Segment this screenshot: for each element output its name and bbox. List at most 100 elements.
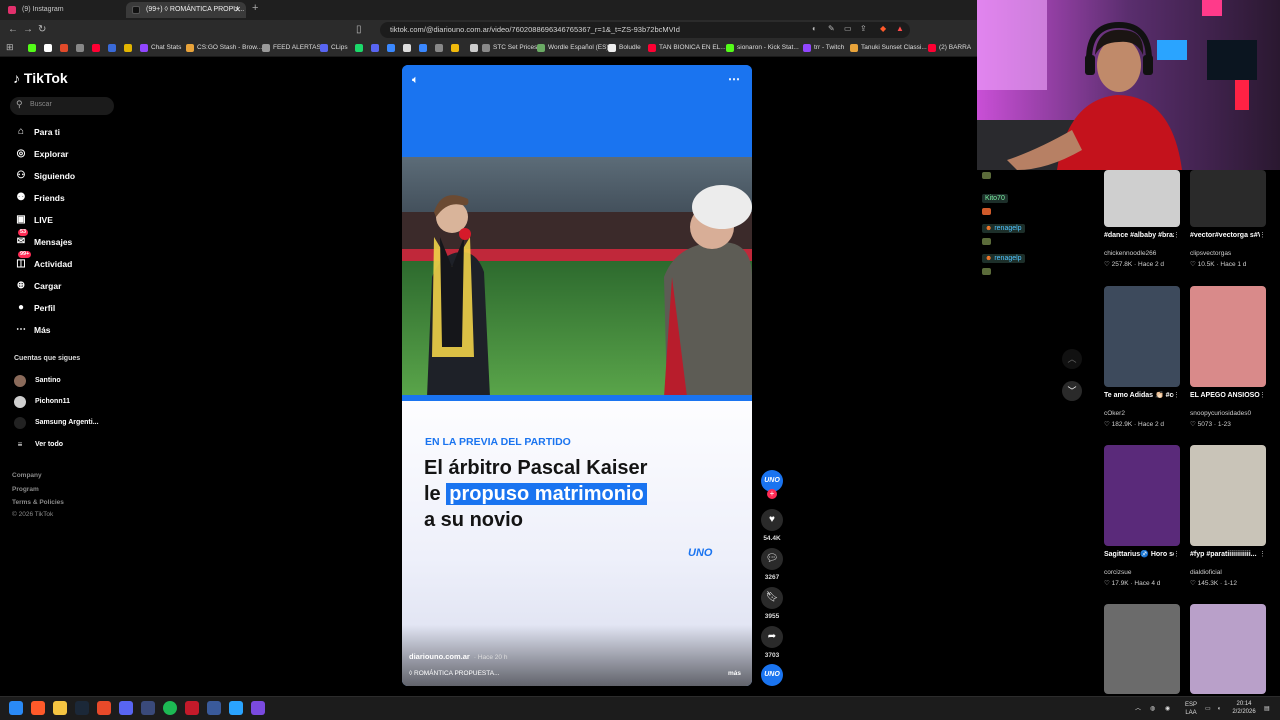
like-count: 54.4K — [763, 535, 781, 542]
bookmark-stc-set-prices[interactable]: STC Set Prices — [482, 42, 537, 54]
bookmark-tanuki[interactable]: Tanuki Sunset Classi... — [850, 42, 927, 54]
video-thumbnail[interactable] — [1104, 170, 1180, 227]
extension-icon[interactable]: ◐ — [812, 24, 817, 33]
video-author[interactable]: clipsvectorgas — [1190, 250, 1231, 257]
video-author[interactable]: snoopycuriosidades0 — [1190, 410, 1251, 417]
app-icon[interactable] — [185, 701, 199, 715]
card-menu-icon[interactable]: ⋮ — [1173, 391, 1180, 399]
discord-icon[interactable] — [119, 701, 133, 715]
video-thumbnail[interactable] — [1190, 286, 1266, 387]
tray-icon[interactable]: ◍ — [1150, 705, 1155, 713]
tab-tiktok[interactable]: (99+) ◊ ROMÁNTICA PROPU... ✕ — [126, 2, 246, 18]
scroll-up-button[interactable]: ︿ — [1062, 349, 1082, 369]
windows-start-icon[interactable] — [9, 701, 23, 715]
video-author[interactable]: dialdioficial — [1190, 569, 1222, 576]
card-menu-icon[interactable]: ⋮ — [1259, 550, 1266, 558]
video-author[interactable]: cOker2 — [1104, 410, 1125, 417]
file-explorer-icon[interactable] — [53, 701, 67, 715]
translate-icon[interactable]: ✎ — [828, 24, 835, 33]
caption-more-link[interactable]: más — [728, 670, 741, 677]
spotify-icon[interactable] — [163, 701, 177, 715]
network-icon[interactable]: ▭ — [1205, 705, 1211, 713]
language-indicator[interactable]: ESP LAA — [1182, 701, 1200, 717]
share-icon[interactable]: ⇪ — [860, 24, 867, 33]
notifications-icon[interactable]: ▤ — [1264, 705, 1270, 713]
video-author[interactable]: corcizsue — [1104, 569, 1131, 576]
avatar — [14, 396, 26, 408]
chat-username[interactable]: ☻ renagelp — [982, 254, 1025, 263]
bookmark-wordle[interactable]: Wordle Español (ES) — [537, 42, 609, 54]
app-icon[interactable] — [207, 701, 221, 715]
bookmark-icon[interactable]: 🔖︎ — [761, 587, 783, 609]
bookmark-twitch[interactable]: trr - Twitch — [803, 42, 844, 54]
bookmark-clips[interactable]: CLips — [320, 42, 348, 54]
tiktok-logo[interactable]: ♪ TikTok — [13, 70, 68, 86]
volume-icon[interactable]: 🔈︎ — [412, 74, 419, 87]
scroll-down-button[interactable]: ﹀ — [1062, 381, 1082, 401]
tray-icon[interactable]: ◉ — [1165, 705, 1170, 713]
brave-rewards-icon[interactable]: ▲ — [896, 24, 904, 33]
sound-disc[interactable]: UNO — [761, 664, 783, 686]
comment-count: 3267 — [764, 574, 780, 581]
screenshot-icon[interactable]: ▭ — [844, 24, 852, 33]
brave-icon[interactable] — [31, 701, 45, 715]
video-thumbnail[interactable] — [1190, 445, 1266, 546]
bookmark-feed-alertas[interactable]: FEED ALERTAS — [262, 42, 321, 54]
clock-time[interactable]: 20:14 — [1228, 700, 1260, 708]
tray-overflow-icon[interactable]: ︿ — [1135, 705, 1141, 713]
card-menu-icon[interactable]: ⋮ — [1259, 391, 1266, 399]
back-icon[interactable]: ← — [8, 24, 18, 35]
bookmark-page-icon[interactable]: ▯ — [356, 24, 362, 35]
video-thumbnail[interactable] — [1104, 286, 1180, 387]
video-author[interactable]: chickennoodle266 — [1104, 250, 1156, 257]
follow-plus-icon[interactable]: + — [767, 489, 777, 499]
card-menu-icon[interactable]: ⋮ — [1173, 550, 1180, 558]
tab-title: (9) Instagram — [22, 6, 64, 13]
video-thumbnail[interactable] — [1104, 604, 1180, 694]
following-account[interactable]: Samsung Argenti... — [14, 416, 99, 430]
reload-icon[interactable]: ↻ — [38, 24, 46, 35]
video-thumbnail[interactable] — [1190, 604, 1266, 694]
sidebar-item-label: Para ti — [34, 127, 60, 137]
video-frame-image — [402, 157, 752, 397]
steam-icon[interactable] — [75, 701, 89, 715]
video-player[interactable]: 🔈︎ ⋯ EN LA PREVIA DEL PARTIDO El árbitro… — [402, 65, 752, 686]
like-icon[interactable]: ♥ — [761, 509, 783, 531]
app-icon[interactable] — [141, 701, 155, 715]
brave-shield-icon[interactable]: ◆ — [880, 24, 886, 33]
card-menu-icon[interactable]: ⋮ — [1173, 231, 1180, 239]
footer-program[interactable]: Program — [12, 486, 39, 493]
tab-instagram[interactable]: (9) Instagram — [2, 2, 122, 18]
list-icon: ≡ — [14, 439, 26, 451]
share-count: 3703 — [764, 652, 780, 659]
bookmark-boludle[interactable]: Boludle — [608, 42, 641, 54]
video-author[interactable]: diariouno.com.ar · Hace 20 h — [409, 652, 507, 661]
close-tab-icon[interactable]: ✕ — [234, 2, 241, 18]
footer-terms[interactable]: Terms & Policies — [12, 499, 64, 506]
apps-grid-icon[interactable]: ⊞ — [6, 42, 14, 53]
sidebar-item-label: Explorar — [34, 149, 69, 159]
app-icon[interactable] — [229, 701, 243, 715]
bookmark-chat-stats[interactable]: Chat Stats — [140, 42, 181, 54]
new-tab-button[interactable]: + — [252, 2, 258, 14]
profile-icon: ● — [17, 302, 25, 313]
video-thumbnail[interactable] — [1104, 445, 1180, 546]
chat-username[interactable]: ☻ renagelp — [982, 224, 1025, 233]
chat-username[interactable]: Kito70 — [982, 194, 1008, 203]
bookmark-kick-stats[interactable]: sionaron - Kick Stat... — [726, 42, 799, 54]
card-menu-icon[interactable]: ⋮ — [1259, 231, 1266, 239]
app-icon[interactable] — [251, 701, 265, 715]
bookmark-barra[interactable]: (2) BARRA — [928, 42, 971, 54]
share-icon[interactable]: ➦ — [761, 626, 783, 648]
clock-date[interactable]: 2/2/2026 — [1228, 708, 1260, 716]
forward-icon[interactable]: → — [23, 24, 33, 35]
more-options-icon[interactable]: ⋯ — [728, 72, 740, 86]
volume-icon[interactable]: ◖ — [1217, 705, 1221, 713]
app-icon[interactable] — [97, 701, 111, 715]
footer-company[interactable]: Company — [12, 472, 42, 479]
bookmark-tan-bionica[interactable]: TAN BIONICA EN EL... — [648, 42, 726, 54]
search-input[interactable]: ⚲ Buscar — [10, 97, 114, 115]
bookmark-csgo-stash[interactable]: CS:GO Stash - Brow... — [186, 42, 262, 54]
video-thumbnail[interactable] — [1190, 170, 1266, 227]
comment-icon[interactable]: 💬︎ — [761, 548, 783, 570]
